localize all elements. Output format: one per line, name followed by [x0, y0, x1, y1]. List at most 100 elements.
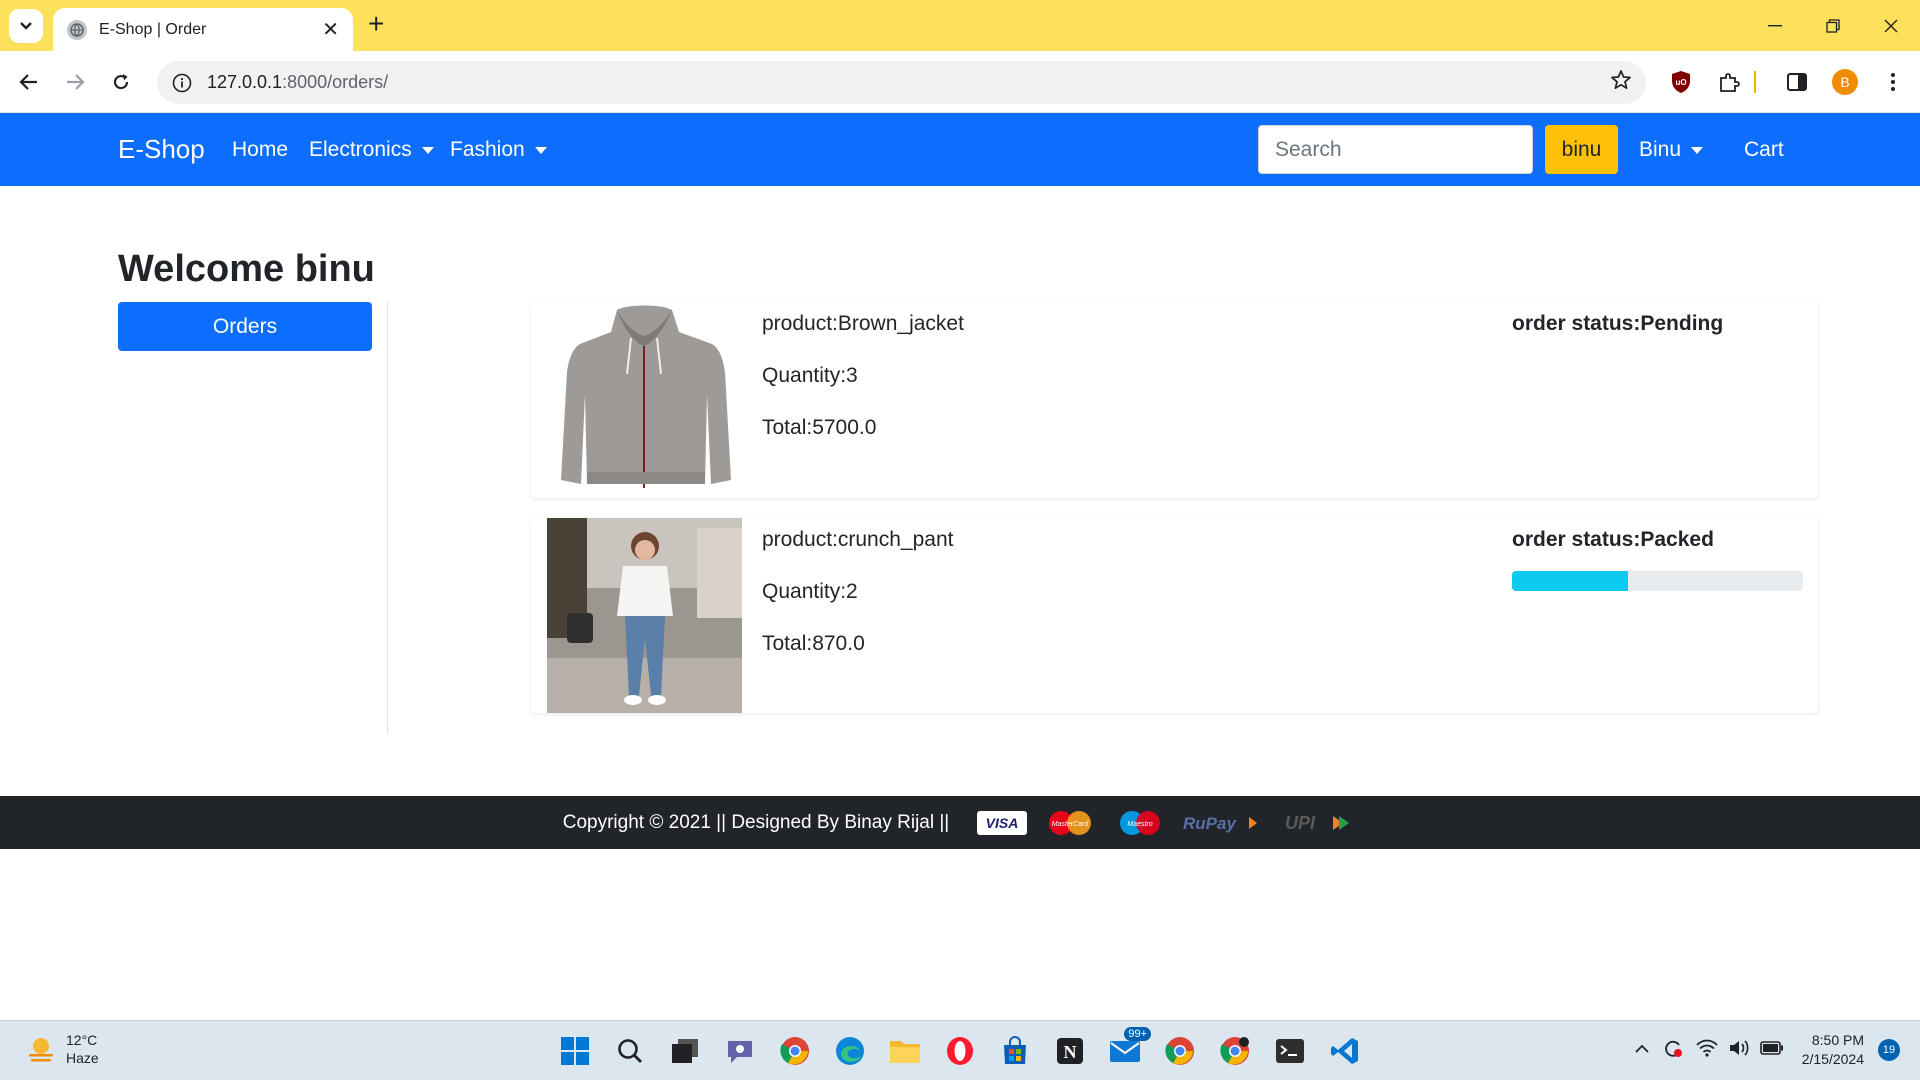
clock-date: 2/15/2024	[1801, 1051, 1864, 1067]
nav-dropdown-electronics[interactable]: Electronics	[309, 138, 434, 162]
chrome-profile-icon[interactable]	[1160, 1031, 1200, 1071]
footer-copyright: Copyright © 2021 || Designed By Binay Ri…	[562, 811, 950, 833]
reload-icon	[113, 74, 129, 90]
address-bar[interactable]: 127.0.0.1:8000/orders/	[157, 61, 1646, 104]
order-quantity: Quantity:2	[762, 580, 858, 603]
orders-button[interactable]: Orders	[118, 302, 372, 351]
nav-dropdown-fashion-label: Fashion	[450, 138, 525, 161]
microsoft-store-icon[interactable]	[995, 1031, 1035, 1071]
taskbar-apps: N 99+	[555, 1027, 1380, 1071]
mastercard-logo: MasterCard	[1041, 810, 1099, 836]
arrow-right-icon	[67, 74, 85, 90]
mail-icon[interactable]: 99+	[1105, 1027, 1151, 1071]
chrome-alt-profile-icon[interactable]	[1215, 1031, 1255, 1071]
upi-logo: UPI	[1281, 811, 1357, 835]
order-progress-bar	[1512, 571, 1629, 591]
reload-button[interactable]	[104, 65, 138, 99]
nav-dropdown-electronics-label: Electronics	[309, 138, 412, 161]
nav-dropdown-fashion[interactable]: Fashion	[450, 138, 547, 162]
new-tab-button[interactable]: +	[368, 10, 384, 38]
browser-tab-bar: E-Shop | Order ✕ +	[0, 0, 1920, 51]
minimize-icon	[1768, 24, 1782, 26]
svg-text:uO: uO	[1675, 78, 1686, 87]
sync-icon[interactable]	[1662, 1037, 1684, 1064]
tab-search-button[interactable]	[9, 9, 43, 43]
svg-text:N: N	[1064, 1042, 1077, 1062]
windows-start-icon[interactable]	[555, 1031, 595, 1071]
volume-icon[interactable]	[1728, 1039, 1750, 1062]
profile-button[interactable]: B	[1828, 65, 1862, 99]
close-window-button[interactable]	[1862, 0, 1920, 51]
svg-text:MasterCard: MasterCard	[1052, 821, 1090, 828]
chevron-up-icon[interactable]	[1634, 1041, 1650, 1059]
battery-icon[interactable]	[1759, 1040, 1784, 1060]
url-path: :8000/orders/	[282, 72, 389, 92]
teams-chat-icon[interactable]	[720, 1031, 760, 1071]
forward-button[interactable]	[58, 65, 92, 99]
file-explorer-icon[interactable]	[885, 1031, 925, 1071]
rupay-logo: RuPay	[1181, 811, 1267, 835]
notion-icon[interactable]: N	[1050, 1031, 1090, 1071]
order-status: order status:Packed	[1512, 528, 1714, 551]
minimize-button[interactable]	[1746, 0, 1804, 51]
order-product: product:crunch_pant	[762, 528, 954, 551]
product-image-jacket	[547, 302, 742, 498]
order-status: order status:Pending	[1512, 312, 1724, 335]
vscode-icon[interactable]	[1325, 1031, 1365, 1071]
order-total: Total:870.0	[762, 632, 865, 655]
search-icon[interactable]	[610, 1031, 650, 1071]
browser-tab-active[interactable]: E-Shop | Order ✕	[53, 8, 353, 51]
welcome-heading: Welcome binu	[118, 248, 375, 290]
order-total: Total:5700.0	[762, 416, 877, 439]
extensions-puzzle-icon[interactable]	[1712, 65, 1746, 99]
maestro-logo: Maestro	[1113, 810, 1167, 836]
task-view-icon[interactable]	[665, 1031, 705, 1071]
back-button[interactable]	[12, 65, 46, 99]
ublock-extension-icon[interactable]: uO	[1664, 65, 1698, 99]
chevron-down-icon	[20, 22, 32, 30]
svg-text:VISA: VISA	[986, 815, 1019, 831]
notification-badge[interactable]: 19	[1878, 1039, 1900, 1061]
visa-logo: VISA	[977, 810, 1028, 835]
nav-link-home[interactable]: Home	[232, 138, 288, 162]
wifi-icon[interactable]	[1696, 1039, 1718, 1062]
order-product: product:Brown_jacket	[762, 312, 964, 335]
haze-sun-icon	[29, 1038, 53, 1062]
search-input[interactable]	[1258, 125, 1533, 174]
search-button[interactable]: binu	[1545, 125, 1618, 174]
url-text: 127.0.0.1:8000/orders/	[207, 72, 1610, 93]
system-tray: 8:50 PM 2/15/2024 19	[1634, 1031, 1900, 1069]
restore-icon	[1826, 18, 1840, 33]
mail-badge: 99+	[1124, 1027, 1151, 1041]
edge-icon[interactable]	[830, 1031, 870, 1071]
site-navbar: E-Shop Home Electronics Fashion binu Bin…	[0, 113, 1920, 186]
site-info-icon[interactable]	[171, 72, 193, 94]
user-dropdown[interactable]: Binu	[1639, 138, 1704, 162]
user-dropdown-label: Binu	[1639, 138, 1682, 161]
nav-link-cart[interactable]: Cart	[1744, 138, 1784, 162]
weather-temperature: 12°C	[66, 1032, 98, 1048]
opera-icon[interactable]	[940, 1031, 980, 1071]
close-tab-icon[interactable]: ✕	[322, 20, 339, 40]
weather-widget[interactable]: 12°C Haze	[26, 1031, 99, 1067]
order-card: product:crunch_pant Quantity:2 Total:870…	[531, 518, 1818, 713]
bookmark-star-icon[interactable]	[1610, 69, 1632, 96]
restore-button[interactable]	[1804, 0, 1862, 51]
side-panel-icon[interactable]	[1780, 65, 1814, 99]
svg-text:RuPay: RuPay	[1183, 814, 1237, 833]
toolbar-separator	[1752, 65, 1758, 99]
window-controls	[1746, 0, 1920, 51]
close-icon	[1884, 19, 1898, 32]
svg-text:Maestro: Maestro	[1128, 821, 1153, 828]
brand-logo[interactable]: E-Shop	[118, 134, 205, 165]
taskbar-clock[interactable]: 8:50 PM 2/15/2024	[1802, 1031, 1864, 1069]
arrow-left-icon	[19, 74, 37, 90]
url-host: 127.0.0.1	[207, 72, 283, 92]
globe-icon	[67, 19, 87, 40]
menu-kebab-icon[interactable]	[1876, 65, 1910, 99]
terminal-icon[interactable]	[1270, 1031, 1310, 1071]
clock-time: 8:50 PM	[1811, 1032, 1864, 1048]
sidebar-divider	[387, 302, 388, 734]
chrome-icon[interactable]	[775, 1031, 815, 1071]
site-footer: Copyright © 2021 || Designed By Binay Ri…	[0, 796, 1920, 849]
